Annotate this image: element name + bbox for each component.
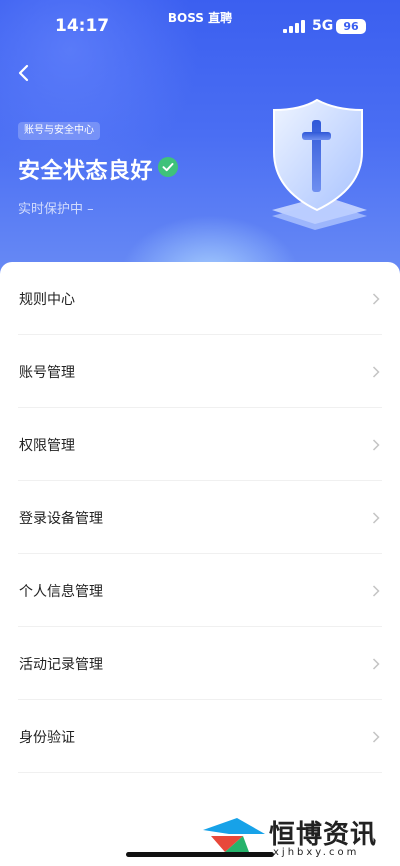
page-tag: 账号与安全中心 bbox=[18, 122, 100, 140]
menu-item-label: 活动记录管理 bbox=[19, 657, 103, 673]
chevron-right-icon bbox=[372, 585, 380, 597]
watermark-url: xjhbxy.com bbox=[273, 847, 360, 858]
chevron-right-icon bbox=[372, 366, 380, 378]
menu-item-label: 身份验证 bbox=[19, 730, 75, 746]
chevron-left-icon[interactable] bbox=[14, 62, 36, 84]
chevron-right-icon bbox=[372, 731, 380, 743]
menu-item-label: 权限管理 bbox=[19, 438, 75, 454]
home-indicator bbox=[126, 852, 274, 857]
menu-item-personal-info-management[interactable]: 个人信息管理 bbox=[18, 554, 382, 627]
menu-item-permission-management[interactable]: 权限管理 bbox=[18, 408, 382, 481]
menu-item-rules-center[interactable]: 规则中心 bbox=[18, 262, 382, 335]
protection-status: 实时保护中 – bbox=[18, 202, 94, 217]
menu-item-activity-record-management[interactable]: 活动记录管理 bbox=[18, 627, 382, 700]
network-type: 5G bbox=[312, 18, 334, 34]
settings-list: 规则中心 账号管理 权限管理 登录设备管理 个人信息管理 活动记录管理 身份验证 bbox=[18, 262, 382, 773]
chevron-right-icon bbox=[372, 512, 380, 524]
menu-item-label: 规则中心 bbox=[19, 292, 75, 308]
menu-item-account-management[interactable]: 账号管理 bbox=[18, 335, 382, 408]
battery-indicator: 96 bbox=[336, 19, 366, 34]
menu-item-label: 个人信息管理 bbox=[19, 584, 103, 600]
menu-item-identity-verification[interactable]: 身份验证 bbox=[18, 700, 382, 773]
chevron-right-icon bbox=[372, 439, 380, 451]
check-circle-icon bbox=[158, 157, 178, 177]
watermark-name: 恒博资讯 bbox=[269, 820, 378, 850]
security-header: 14:17 BOSS 直聘 5G 96 账号与安全中心 安全状态良好 实时保护中… bbox=[0, 0, 400, 300]
menu-item-label: 登录设备管理 bbox=[19, 511, 103, 527]
menu-item-login-device-management[interactable]: 登录设备管理 bbox=[18, 481, 382, 554]
watermark-logo bbox=[203, 818, 265, 852]
chevron-right-icon bbox=[372, 293, 380, 305]
chevron-right-icon bbox=[372, 658, 380, 670]
page-title: 安全状态良好 bbox=[18, 159, 154, 184]
signal-icon bbox=[283, 20, 305, 33]
status-bar: 14:17 BOSS 直聘 5G 96 bbox=[0, 0, 400, 52]
menu-item-label: 账号管理 bbox=[19, 365, 75, 381]
menu-panel: 规则中心 账号管理 权限管理 登录设备管理 个人信息管理 活动记录管理 身份验证 bbox=[0, 262, 400, 866]
shield-icon bbox=[272, 98, 367, 230]
